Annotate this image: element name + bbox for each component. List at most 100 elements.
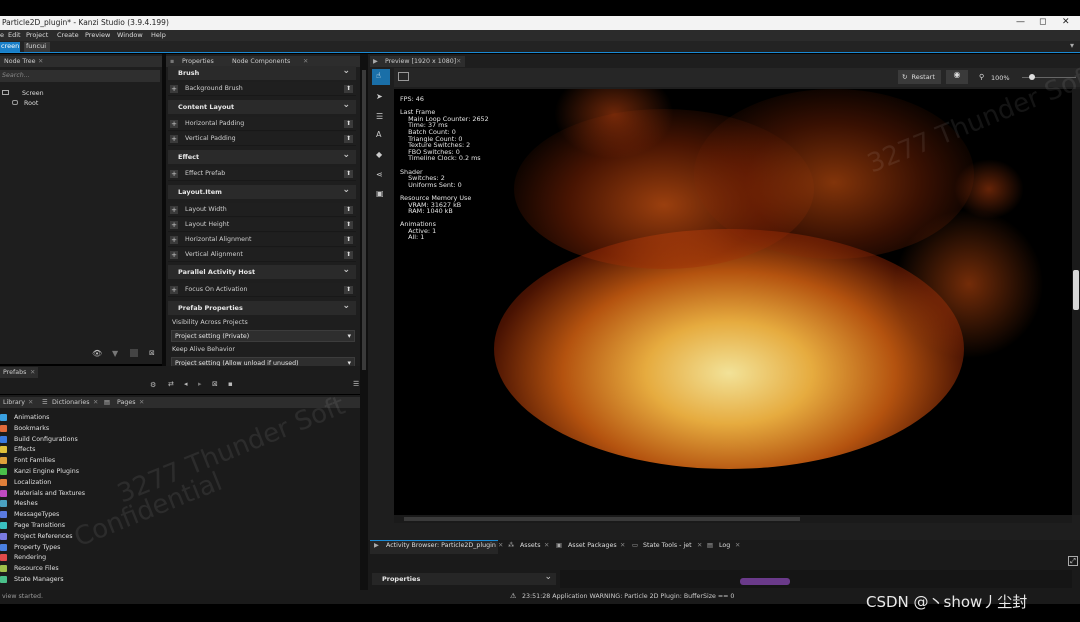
tab-log[interactable]: Log: [719, 542, 730, 553]
menu-window[interactable]: Window: [117, 31, 143, 39]
scrollbar-thumb[interactable]: [404, 517, 800, 521]
add-icon[interactable]: +: [170, 236, 178, 244]
upload-icon[interactable]: ⬆: [344, 251, 353, 259]
close-icon[interactable]: ✕: [498, 542, 503, 553]
close-icon[interactable]: ✕: [93, 399, 98, 406]
tab-screen[interactable]: creen: [0, 42, 20, 52]
close-icon[interactable]: ✕: [544, 542, 549, 553]
library-item[interactable]: Project References: [0, 532, 360, 542]
visibility-toggle[interactable]: ◉: [946, 70, 968, 84]
interact-tool[interactable]: [372, 69, 390, 85]
zoom-slider-handle[interactable]: [1028, 74, 1035, 80]
close-icon[interactable]: ✕: [139, 399, 144, 406]
menu-file[interactable]: e: [0, 31, 4, 39]
minimize-button[interactable]: —: [1016, 17, 1025, 27]
tab-library[interactable]: Library: [3, 399, 25, 406]
section-content-layout[interactable]: Content Layout ⌄: [168, 100, 356, 114]
settings-icon[interactable]: ⚙: [150, 381, 156, 389]
arrow-left-icon[interactable]: ◂: [184, 380, 188, 388]
close-icon[interactable]: ✕: [303, 58, 308, 65]
preview-canvas[interactable]: [394, 89, 1072, 515]
timeline-clip[interactable]: [740, 578, 790, 585]
visibility-icon[interactable]: 👁: [92, 349, 102, 358]
add-icon[interactable]: +: [170, 221, 178, 229]
library-item[interactable]: Property Types: [0, 543, 360, 553]
group-icon[interactable]: ▣: [376, 189, 384, 198]
list-icon[interactable]: ☰: [353, 380, 359, 388]
bottom-properties-header[interactable]: Properties ⌄: [372, 572, 556, 585]
tab-node-tree[interactable]: Node Tree: [4, 58, 36, 65]
maximize-button[interactable]: ◻: [1039, 17, 1046, 27]
tab-state-tools[interactable]: State Tools - jet: [643, 542, 692, 553]
tab-prefabs[interactable]: Prefabs: [3, 369, 26, 376]
close-icon[interactable]: ✕: [30, 369, 35, 376]
pin-icon[interactable]: ▪: [170, 58, 174, 65]
section-prefab-properties[interactable]: Prefab Properties ⌄: [168, 301, 356, 315]
upload-icon[interactable]: ⬆: [344, 221, 353, 229]
property-row[interactable]: + Layout Height ⬆: [168, 218, 356, 232]
property-row[interactable]: + Layout Width ⬆: [168, 203, 356, 217]
menu-project[interactable]: Project: [26, 31, 48, 39]
close-icon[interactable]: ✕: [28, 399, 33, 406]
lock-icon[interactable]: ▪: [228, 380, 233, 388]
tab-funcui[interactable]: funcui: [24, 42, 50, 52]
upload-icon[interactable]: ⬆: [344, 236, 353, 244]
close-icon[interactable]: ✕: [697, 542, 702, 553]
upload-icon[interactable]: ⬆: [344, 206, 353, 214]
add-icon[interactable]: +: [170, 120, 178, 128]
add-icon[interactable]: +: [170, 135, 178, 143]
property-row[interactable]: + Horizontal Padding ⬆: [168, 117, 356, 131]
upload-icon[interactable]: ⬆: [344, 120, 353, 128]
upload-icon[interactable]: ⬆: [344, 170, 353, 178]
tab-preview[interactable]: Preview [1920 x 1080]: [385, 58, 456, 65]
menu-help[interactable]: Help: [151, 31, 166, 39]
tree-item-root[interactable]: Root: [12, 100, 38, 107]
property-row[interactable]: + Vertical Alignment ⬆: [168, 248, 356, 262]
menu-preview[interactable]: Preview: [85, 31, 110, 39]
property-row[interactable]: + Focus On Activation ⬆: [168, 283, 356, 297]
upload-icon[interactable]: ⬆: [344, 286, 353, 294]
share-icon[interactable]: ⋖: [376, 170, 383, 179]
hierarchy-icon[interactable]: ⊠: [212, 380, 218, 388]
library-item[interactable]: Page Transitions: [0, 521, 360, 531]
close-button[interactable]: ✕: [1062, 17, 1070, 27]
add-icon[interactable]: +: [170, 170, 178, 178]
tab-node-components[interactable]: Node Components: [232, 58, 290, 65]
filter-icon[interactable]: ▼: [112, 349, 118, 358]
upload-icon[interactable]: ⬆: [344, 135, 353, 143]
property-row[interactable]: + Vertical Padding ⬆: [168, 132, 356, 146]
add-icon[interactable]: +: [170, 286, 178, 294]
upload-icon[interactable]: ⬆: [344, 85, 353, 93]
side-handle[interactable]: [1073, 270, 1079, 310]
property-row[interactable]: + Effect Prefab ⬆: [168, 167, 356, 181]
node-tree-search[interactable]: Search...: [0, 70, 160, 82]
scrollbar-thumb[interactable]: [362, 70, 366, 370]
section-effect[interactable]: Effect ⌄: [168, 150, 356, 164]
list-icon[interactable]: ☰: [376, 112, 383, 121]
restart-button[interactable]: ↻ Restart: [898, 70, 941, 84]
text-icon[interactable]: A: [376, 130, 381, 139]
tab-dictionaries[interactable]: Dictionaries: [52, 399, 89, 406]
arrows-icon[interactable]: ⇄: [168, 380, 174, 388]
tab-properties[interactable]: Properties: [182, 58, 214, 65]
library-item[interactable]: Resource Files: [0, 564, 360, 574]
layers-icon[interactable]: ◆: [376, 150, 382, 159]
arrow-right-icon[interactable]: ▸: [198, 380, 202, 388]
tab-asset-packages[interactable]: Asset Packages: [568, 542, 617, 553]
section-parallel-activity-host[interactable]: Parallel Activity Host ⌄: [168, 265, 356, 279]
property-row[interactable]: + Horizontal Alignment ⬆: [168, 233, 356, 247]
tab-overflow-icon[interactable]: ▾: [1070, 41, 1074, 50]
close-icon[interactable]: ✕: [38, 58, 43, 65]
library-item[interactable]: Build Configurations: [0, 435, 360, 445]
close-icon[interactable]: ✕: [735, 542, 740, 553]
timeline-area[interactable]: [560, 570, 1072, 588]
expand-icon[interactable]: ⤢: [1068, 556, 1078, 566]
add-icon[interactable]: +: [170, 206, 178, 214]
section-layout-item[interactable]: Layout.Item ⌄: [168, 185, 356, 199]
library-item[interactable]: State Managers: [0, 575, 360, 585]
property-row[interactable]: + Background Brush ⬆: [168, 82, 356, 96]
tab-assets[interactable]: Assets: [520, 542, 541, 553]
hierarchy-icon[interactable]: ⊠: [149, 349, 155, 357]
keyboard-icon[interactable]: [398, 72, 409, 81]
add-icon[interactable]: +: [170, 251, 178, 259]
